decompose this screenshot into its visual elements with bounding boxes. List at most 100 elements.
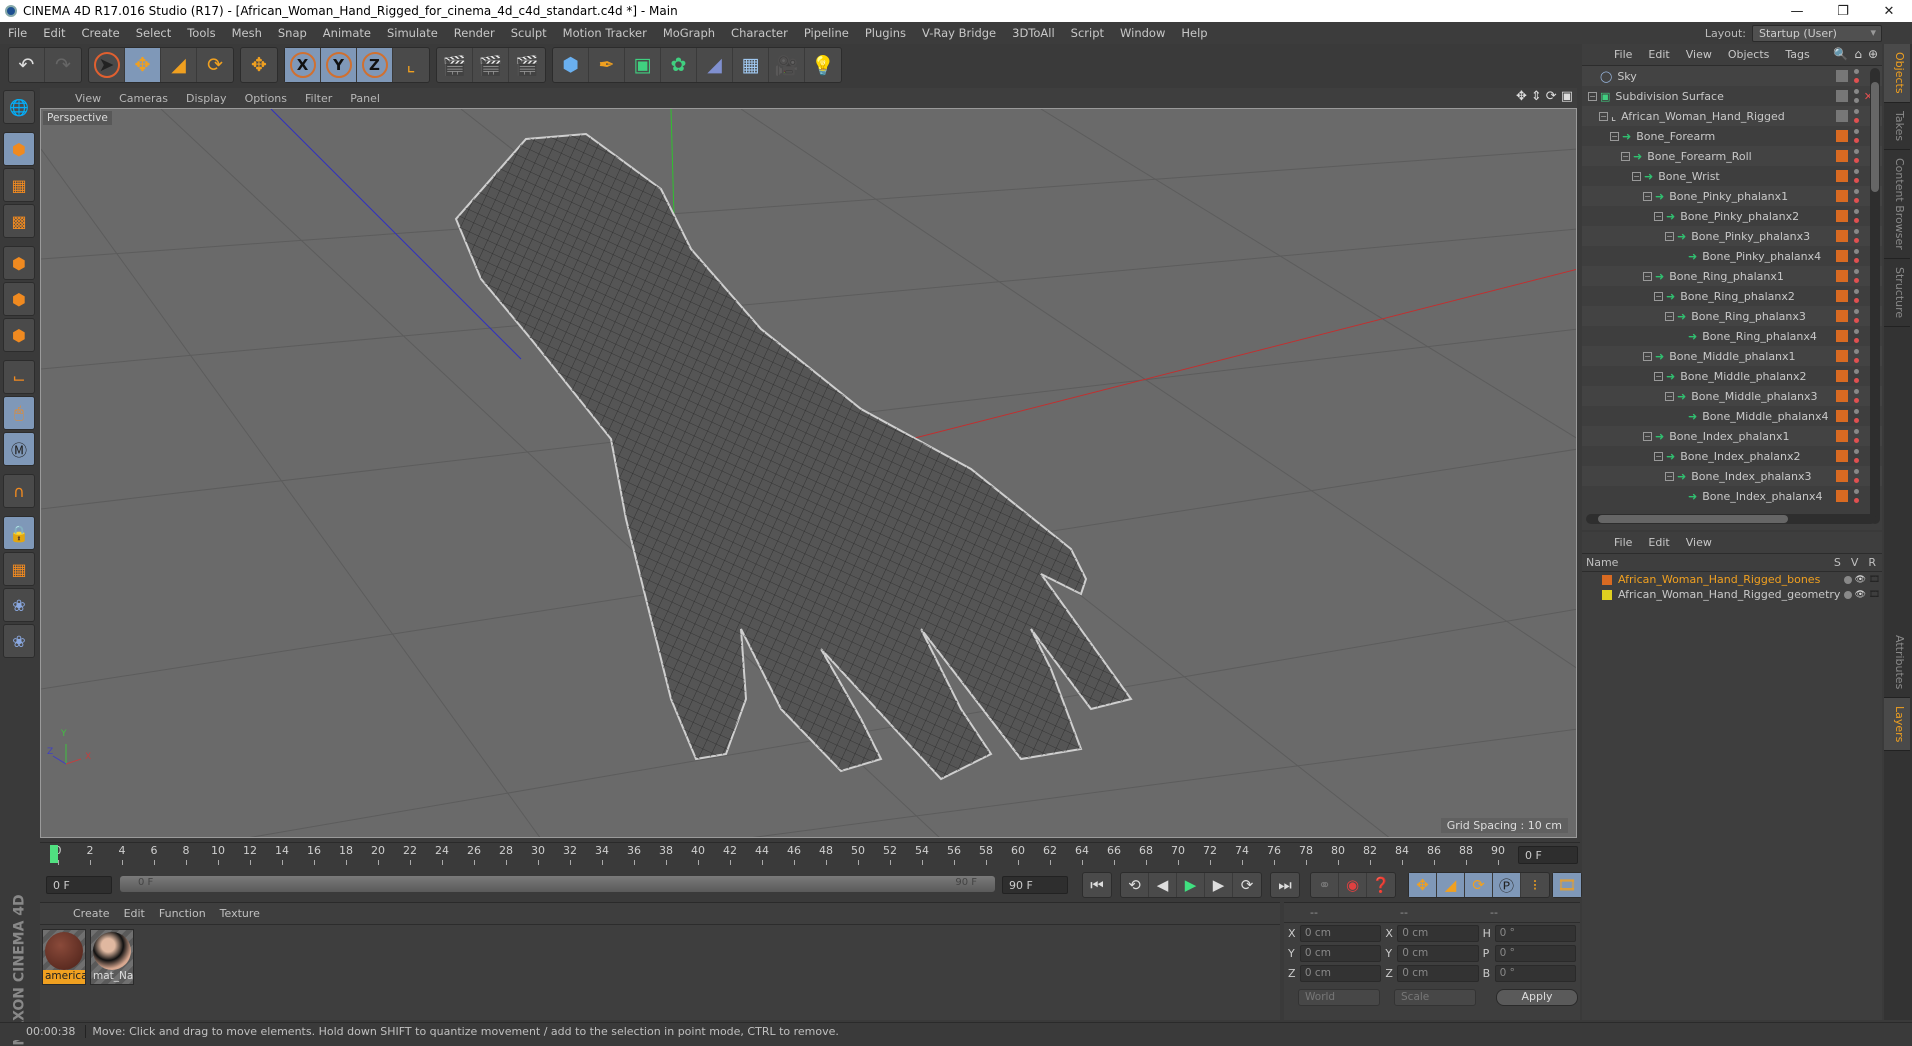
array-icon[interactable]: ✿ — [661, 48, 697, 82]
perspective-viewport[interactable]: Y X Z Perspective Grid Spacing : 10 cm — [40, 108, 1577, 838]
object-menu-file[interactable]: File — [1606, 48, 1640, 61]
layer-tag-icon[interactable] — [1836, 490, 1848, 502]
material-american[interactable]: americai — [42, 929, 86, 985]
menu-snap[interactable]: Snap — [270, 26, 315, 40]
layer-none-icon[interactable] — [1836, 110, 1848, 122]
object-row[interactable]: − ➜ Bone_Middle_phalanx1 — [1582, 346, 1882, 366]
menu-v-ray-bridge[interactable]: V-Ray Bridge — [914, 26, 1004, 40]
layer-row[interactable]: African_Woman_Hand_Rigged_geometry 👁 🎞 — [1582, 587, 1882, 602]
next-key-icon[interactable]: ⟳ — [1233, 873, 1261, 897]
menu-tools[interactable]: Tools — [179, 26, 223, 40]
layer-solo-icon[interactable] — [1844, 575, 1852, 584]
rotate-icon[interactable]: ⟳ — [197, 48, 233, 82]
expand-toggle-icon[interactable] — [1676, 252, 1685, 261]
side-tab-content-browser[interactable]: Content Browser — [1884, 150, 1910, 259]
layer-visible-icon[interactable]: 👁 — [1855, 575, 1866, 585]
material-mat-nai[interactable]: mat_Nai — [90, 929, 134, 985]
rotation-field[interactable]: 0 ° — [1494, 944, 1576, 962]
playhead[interactable] — [50, 845, 58, 863]
object-row[interactable]: − ➜ Bone_Index_phalanx2 — [1582, 446, 1882, 466]
object-row[interactable]: − ➜ Bone_Ring_phalanx1 — [1582, 266, 1882, 286]
solo-icon[interactable]: Ⓜ — [3, 432, 35, 466]
size-mode-dropdown[interactable]: Scale — [1394, 989, 1476, 1006]
camera-icon[interactable]: 🎥 — [769, 48, 805, 82]
expand-toggle-icon[interactable]: − — [1665, 311, 1674, 321]
visibility-dots-icon[interactable] — [1854, 369, 1860, 383]
menu-help[interactable]: Help — [1173, 26, 1215, 40]
layer-tag-icon[interactable] — [1836, 210, 1848, 222]
start-frame-field[interactable]: 0 F — [46, 876, 112, 894]
layer-menu-view[interactable]: View — [1678, 536, 1720, 549]
prev-key-icon[interactable]: ⟲ — [1121, 873, 1149, 897]
last-tool-icon[interactable]: ✥ — [241, 48, 277, 82]
menu-mograph[interactable]: MoGraph — [655, 26, 723, 40]
prev-frame-icon[interactable]: ◀ — [1149, 873, 1177, 897]
play-icon[interactable]: ▶ — [1177, 873, 1205, 897]
points-mode-icon[interactable]: ⬢ — [3, 246, 35, 280]
x-axis-icon[interactable]: X — [285, 48, 321, 82]
visibility-dots-icon[interactable] — [1854, 289, 1860, 303]
object-row[interactable]: ➜ Bone_Ring_phalanx4 — [1582, 326, 1882, 346]
visibility-dots-icon[interactable] — [1854, 129, 1860, 143]
object-row[interactable]: − ➜ Bone_Ring_phalanx2 — [1582, 286, 1882, 306]
visibility-dots-icon[interactable] — [1854, 469, 1860, 483]
timeline-window-icon[interactable]: 🎞 — [1553, 873, 1581, 897]
visibility-dots-icon[interactable] — [1854, 209, 1860, 223]
side-tab-attributes[interactable]: Attributes — [1884, 627, 1910, 698]
live-selection-icon[interactable]: ➤ — [89, 48, 125, 82]
apply-button[interactable]: Apply — [1496, 989, 1578, 1006]
coordinate-system-icon[interactable]: ⌞ — [393, 48, 429, 82]
timeline[interactable]: 0 2 4 6 8 10 12 14 16 18 20 22 24 26 28 30 32 34 36 38 40 42 4… — [40, 842, 1580, 866]
restore-button[interactable]: ❐ — [1820, 4, 1866, 19]
visibility-dots-icon[interactable] — [1854, 389, 1860, 403]
object-menu-view[interactable]: View — [1678, 48, 1720, 61]
layer-tag-icon[interactable] — [1836, 290, 1848, 302]
texture-mode-icon[interactable]: ▦ — [3, 168, 35, 202]
object-row[interactable]: − ➜ Bone_Index_phalanx1 — [1582, 426, 1882, 446]
model-mode-icon[interactable]: ⬢ — [3, 132, 35, 166]
side-tab-structure[interactable]: Structure — [1884, 259, 1910, 327]
size-field[interactable]: 0 cm — [1397, 924, 1479, 942]
layer-row[interactable]: African_Woman_Hand_Rigged_bones 👁 🎞 — [1582, 572, 1882, 587]
y-axis-icon[interactable]: Y — [321, 48, 357, 82]
menu-character[interactable]: Character — [723, 26, 796, 40]
menu-edit[interactable]: Edit — [35, 26, 73, 40]
edges-mode-icon[interactable]: ⬢ — [3, 282, 35, 316]
current-frame-field[interactable]: 0 F — [1518, 846, 1578, 864]
deformer-icon[interactable]: ◢ — [697, 48, 733, 82]
viewport-menu-view[interactable]: View — [66, 92, 110, 105]
rotate-view-icon[interactable]: ⟳ — [1546, 89, 1557, 104]
expand-toggle-icon[interactable]: − — [1621, 151, 1630, 161]
expand-toggle-icon[interactable]: − — [1654, 291, 1663, 301]
rotation-field[interactable]: 0 ° — [1494, 924, 1576, 942]
end-frame-field[interactable]: 90 F — [1002, 876, 1068, 894]
key-scale-icon[interactable]: ◢ — [1437, 873, 1465, 897]
layer-color-swatch[interactable] — [1602, 574, 1612, 585]
expand-toggle-icon[interactable]: − — [1654, 371, 1663, 381]
object-row[interactable]: − ▣ Subdivision Surface ✕ — [1582, 86, 1882, 106]
expand-toggle-icon[interactable]: − — [1654, 211, 1663, 221]
key-rotation-icon[interactable]: ⟳ — [1465, 873, 1493, 897]
key-parameter-icon[interactable]: Ⓟ — [1493, 873, 1521, 897]
expand-toggle-icon[interactable]: − — [1654, 451, 1663, 461]
workplane-icon[interactable]: ▩ — [3, 204, 35, 238]
expand-toggle-icon[interactable]: − — [1643, 351, 1652, 361]
layer-tag-icon[interactable] — [1836, 310, 1848, 322]
visibility-dots-icon[interactable] — [1854, 269, 1860, 283]
menu-select[interactable]: Select — [128, 26, 179, 40]
material-menu-function[interactable]: Function — [152, 907, 213, 920]
object-menu-tags[interactable]: Tags — [1777, 48, 1817, 61]
minimize-button[interactable]: — — [1774, 4, 1820, 19]
object-row[interactable]: − ➜ Bone_Middle_phalanx2 — [1582, 366, 1882, 386]
polygons-mode-icon[interactable]: ⬢ — [3, 318, 35, 352]
frame-range-slider[interactable]: 0 F 90 F — [120, 876, 995, 892]
layer-tag-icon[interactable] — [1836, 130, 1848, 142]
object-row[interactable]: − ➜ Bone_Pinky_phalanx1 — [1582, 186, 1882, 206]
menu-simulate[interactable]: Simulate — [379, 26, 446, 40]
menu-window[interactable]: Window — [1112, 26, 1173, 40]
visibility-dots-icon[interactable] — [1854, 349, 1860, 363]
layer-visible-icon[interactable]: 👁 — [1855, 590, 1866, 600]
visibility-dots-icon[interactable] — [1854, 89, 1860, 103]
layer-menu-file[interactable]: File — [1606, 536, 1640, 549]
layer-tag-icon[interactable] — [1836, 390, 1848, 402]
